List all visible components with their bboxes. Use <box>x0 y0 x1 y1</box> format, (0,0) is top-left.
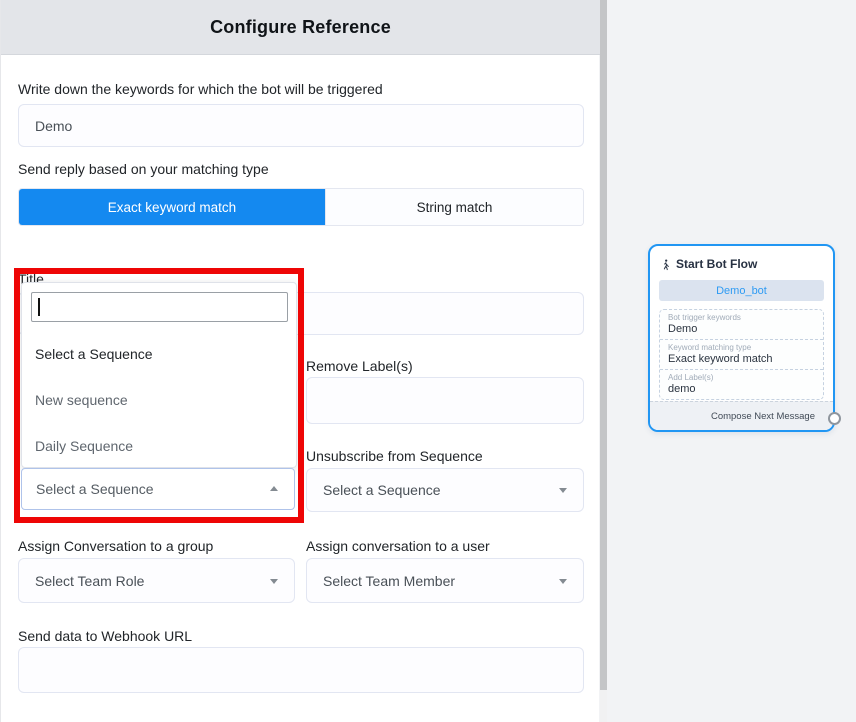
matching-type-label: Send reply based on your matching type <box>18 161 269 177</box>
webhook-url-input[interactable] <box>18 647 584 693</box>
assign-group-value: Select Team Role <box>35 573 144 589</box>
subscribe-sequence-select[interactable]: Select a Sequence <box>21 468 295 510</box>
node-field-trigger-keywords: Bot trigger keywords Demo <box>660 310 823 339</box>
matching-type-tabs: Exact keyword match String match <box>18 188 584 226</box>
configure-reference-panel: Configure Reference Write down the keywo… <box>0 0 599 722</box>
webhook-url-label: Send data to Webhook URL <box>18 628 192 644</box>
keywords-input[interactable] <box>18 104 584 147</box>
connection-port[interactable] <box>828 412 841 425</box>
keywords-label: Write down the keywords for which the bo… <box>18 81 383 97</box>
node-header: Start Bot Flow <box>660 257 757 271</box>
tab-exact-keyword-match[interactable]: Exact keyword match <box>19 189 325 225</box>
chevron-down-icon <box>270 579 278 584</box>
node-field-label: Bot trigger keywords <box>668 313 815 322</box>
node-field-value: Exact keyword match <box>668 353 815 365</box>
node-field-value: demo <box>668 383 815 395</box>
unsubscribe-sequence-label: Unsubscribe from Sequence <box>306 448 483 464</box>
option-select-a-sequence[interactable]: Select a Sequence <box>22 331 296 377</box>
bot-name-pill[interactable]: Demo_bot <box>659 280 824 301</box>
chevron-down-icon <box>559 488 567 493</box>
sequence-options-list: Select a Sequence New sequence Daily Seq… <box>22 331 296 469</box>
remove-labels-label: Remove Label(s) <box>306 358 413 374</box>
sequence-dropdown-panel: Select a Sequence New sequence Daily Seq… <box>21 282 297 468</box>
unsubscribe-sequence-select[interactable]: Select a Sequence <box>306 468 584 512</box>
remove-labels-input[interactable] <box>306 377 584 424</box>
start-bot-flow-node[interactable]: Start Bot Flow Demo_bot Bot trigger keyw… <box>648 244 835 432</box>
node-field-label: Add Label(s) <box>668 373 815 382</box>
compose-next-message-footer[interactable]: Compose Next Message <box>650 401 833 430</box>
chevron-up-icon <box>270 486 278 491</box>
panel-header: Configure Reference <box>1 0 600 55</box>
node-field-matching-type: Keyword matching type Exact keyword matc… <box>660 339 823 369</box>
assign-user-value: Select Team Member <box>323 573 455 589</box>
subscribe-sequence-value: Select a Sequence <box>36 481 154 497</box>
option-daily-sequence[interactable]: Daily Sequence <box>22 423 296 469</box>
assign-group-label: Assign Conversation to a group <box>18 538 213 554</box>
node-field-value: Demo <box>668 323 815 335</box>
assign-user-select[interactable]: Select Team Member <box>306 558 584 603</box>
sequence-search-input[interactable] <box>31 292 288 322</box>
assign-group-select[interactable]: Select Team Role <box>18 558 295 603</box>
unsubscribe-sequence-value: Select a Sequence <box>323 482 441 498</box>
panel-scrollbar-track[interactable] <box>600 0 607 722</box>
compose-next-message-label: Compose Next Message <box>711 411 815 422</box>
text-cursor <box>38 298 40 316</box>
option-new-sequence[interactable]: New sequence <box>22 377 296 423</box>
panel-scrollbar-thumb[interactable] <box>600 0 607 690</box>
node-field-label: Keyword matching type <box>668 343 815 352</box>
node-field-add-labels: Add Label(s) demo <box>660 369 823 399</box>
flow-canvas[interactable]: Start Bot Flow Demo_bot Bot trigger keyw… <box>607 0 856 722</box>
node-title: Start Bot Flow <box>676 257 757 271</box>
assign-user-label: Assign conversation to a user <box>306 538 490 554</box>
chevron-down-icon <box>559 579 567 584</box>
bot-name: Demo_bot <box>716 285 767 297</box>
tab-string-match[interactable]: String match <box>325 189 583 225</box>
walking-person-icon <box>660 258 671 271</box>
page-title: Configure Reference <box>210 17 391 38</box>
node-fields-box: Bot trigger keywords Demo Keyword matchi… <box>659 309 824 400</box>
